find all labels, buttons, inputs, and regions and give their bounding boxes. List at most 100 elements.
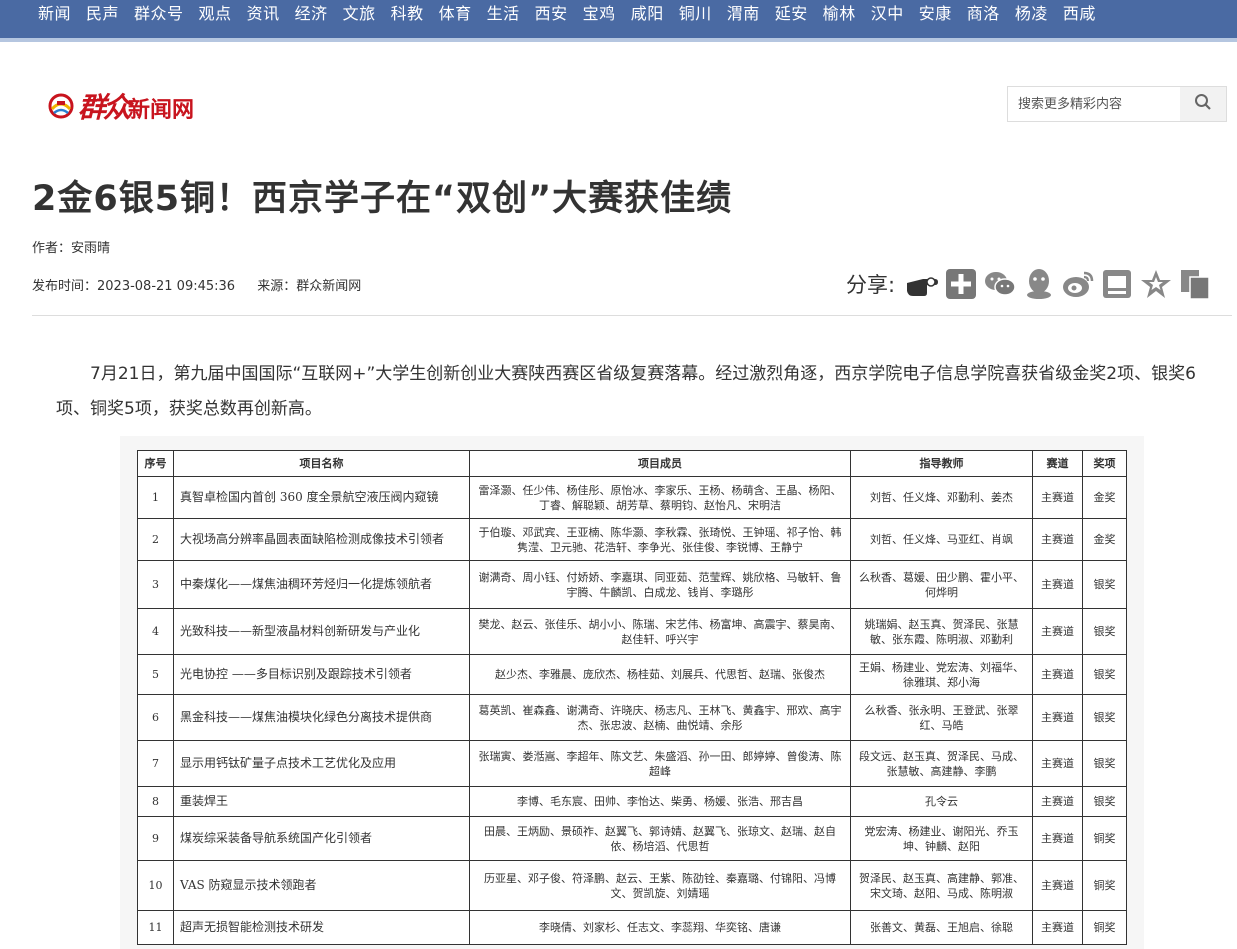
nav-item[interactable]: 民声 <box>86 0 119 28</box>
nav-item[interactable]: 群众号 <box>134 0 184 28</box>
top-nav-list: 新闻 民声 群众号 观点 资讯 经济 文旅 科教 体育 生活 西安 宝鸡 咸阳 铜川 渭南 延安 榆林 汉中 安康商… <box>0 0 1237 28</box>
wechat-icon[interactable] <box>983 267 1017 301</box>
copy-icon[interactable] <box>1178 267 1212 301</box>
nav-item[interactable]: 新闻 <box>38 0 71 28</box>
header-divider <box>32 315 1232 316</box>
cell-award: 银奖 <box>1082 560 1127 609</box>
nav-item[interactable]: 生活 <box>487 0 520 28</box>
cell-project: 光致科技——新型液晶材料创新研发与产业化 <box>173 608 470 655</box>
cell-track: 主赛道 <box>1032 476 1083 519</box>
award-table: 序号 项目名称 项目成员 指导教师 赛道 奖项 1 真智卓检国内首创 360 度全… <box>137 450 1127 945</box>
header-project: 项目名称 <box>173 450 470 477</box>
cell-track: 主赛道 <box>1032 694 1083 741</box>
search-button[interactable] <box>1180 87 1226 121</box>
cell-no: 2 <box>137 518 174 561</box>
logo-text: 群众新闻网 <box>78 86 194 126</box>
plus-share-icon[interactable] <box>944 267 978 301</box>
cell-members: 葛英凯、崔森鑫、谢满奇、许晓庆、杨志凡、王林飞、黄鑫宇、邢欢、高宇杰、张忠波、赵… <box>469 694 851 741</box>
cell-award: 铜奖 <box>1082 860 1127 911</box>
cell-no: 11 <box>137 910 174 945</box>
article-source: 来源：群众新闻网 <box>257 279 362 294</box>
cell-members: 谢满奇、周小钰、付娇娇、李嘉琪、同亚茹、范莹辉、姚欣格、马敏轩、鲁宇腾、牛麟凯、… <box>469 560 851 609</box>
article-title: 2金6银5铜！西京学子在“双创”大赛获佳绩 <box>32 179 733 219</box>
qq-icon[interactable] <box>1022 267 1056 301</box>
cell-no: 8 <box>137 786 174 817</box>
cell-award: 银奖 <box>1082 786 1127 817</box>
cell-project: VAS 防窥显示技术领跑者 <box>173 860 470 911</box>
article-author: 作者：安雨晴 <box>32 241 111 256</box>
search-input[interactable] <box>1008 87 1180 121</box>
cell-no: 1 <box>137 476 174 519</box>
share-label: 分享: <box>846 273 896 297</box>
header-members: 项目成员 <box>469 450 851 477</box>
nav-item[interactable]: 资讯 <box>247 0 280 28</box>
nav-item[interactable]: 渭南 <box>727 0 760 28</box>
cell-members: 历亚星、邓子俊、符泽鹏、赵云、王紫、陈劭铨、秦嘉璐、付锦阳、冯博文、贺凯旋、刘婧… <box>469 860 851 911</box>
nav-item[interactable]: 科教 <box>391 0 424 28</box>
weibo-icon[interactable] <box>1061 267 1095 301</box>
table-header-row: 序号 项目名称 项目成员 指导教师 赛道 奖项 <box>137 450 1127 477</box>
table-row: 9 煤炭综采装备导航系统国产化引领者 田晨、王炳励、景硕祚、赵翼飞、郭诗婧、赵翼飞、… <box>137 816 1127 861</box>
nav-item[interactable]: 延安 <box>775 0 808 28</box>
nav-item[interactable]: 宝鸡 <box>583 0 616 28</box>
cell-advisors: 刘哲、任义烽、邓勤利、姜杰 <box>850 476 1033 519</box>
cell-project: 黑金科技——煤焦油模块化绿色分离技术提供商 <box>173 694 470 741</box>
cell-advisors: 党宏涛、杨建业、谢阳光、乔玉坤、钟麟、赵阳 <box>850 816 1033 861</box>
cell-members: 雷泽灏、任少伟、杨佳彤、原怡冰、李家乐、王杨、杨萌含、王晶、杨阳、丁睿、解聪颖、… <box>469 476 851 519</box>
qzone-icon[interactable] <box>1100 267 1134 301</box>
cell-project: 真智卓检国内首创 360 度全景航空液压阀内窥镜 <box>173 476 470 519</box>
star-favorite-icon[interactable] <box>1139 267 1173 301</box>
cell-track: 主赛道 <box>1032 740 1083 787</box>
cell-track: 主赛道 <box>1032 860 1083 911</box>
nav-item[interactable]: 西咸 <box>1063 0 1096 28</box>
nav-item[interactable]: 西安 <box>535 0 568 28</box>
nav-item[interactable]: 体育 <box>439 0 472 28</box>
cell-award: 金奖 <box>1082 476 1127 519</box>
cell-advisors: 么秋香、张永明、王登武、张翠红、马皓 <box>850 694 1033 741</box>
cell-project: 重装焊王 <box>173 786 470 817</box>
site-logo[interactable]: 群众新闻网 <box>48 84 194 128</box>
cell-advisors: 贺泽民、赵玉真、高建静、郭准、宋文琦、赵阳、马成、陈明淑 <box>850 860 1033 911</box>
nav-item[interactable]: 观点 <box>199 0 232 28</box>
table-row: 7 显示用钙钛矿量子点技术工艺优化及应用 张瑞寅、娄湉嵩、李超年、陈文艺、朱盛滔、孙… <box>137 740 1127 787</box>
cell-advisors: 王娟、杨建业、党宏涛、刘福华、徐雅琪、郑小海 <box>850 654 1033 695</box>
cell-project: 显示用钙钛矿量子点技术工艺优化及应用 <box>173 740 470 787</box>
header-award: 奖项 <box>1082 450 1127 477</box>
cell-no: 9 <box>137 816 174 861</box>
cell-advisors: 孔令云 <box>850 786 1033 817</box>
header-advisors: 指导教师 <box>850 450 1033 477</box>
search-icon <box>1194 93 1212 115</box>
cell-track: 主赛道 <box>1032 786 1083 817</box>
table-body: 1 真智卓检国内首创 360 度全景航空液压阀内窥镜 雷泽灏、任少伟、杨佳彤、原怡冰… <box>137 476 1127 945</box>
nav-item[interactable]: 铜川 <box>679 0 712 28</box>
cell-track: 主赛道 <box>1032 910 1083 945</box>
nav-item[interactable]: 咸阳 <box>631 0 664 28</box>
cell-track: 主赛道 <box>1032 608 1083 655</box>
nav-item[interactable]: 商洛 <box>967 0 1000 28</box>
logo-plain-text: 新闻网 <box>128 97 195 123</box>
cell-track: 主赛道 <box>1032 816 1083 861</box>
top-nav-bar: 新闻 民声 群众号 观点 资讯 经济 文旅 科教 体育 生活 西安 宝鸡 咸阳 铜川 渭南 延安 榆林 汉中 安康商… <box>0 0 1237 42</box>
article-intro: 7月21日，第九届中国国际“互联网+”大学生创新创业大赛陕西赛区省级复赛落幕。经… <box>56 364 1196 419</box>
nav-item[interactable]: 安康 <box>919 0 952 28</box>
article-meta: 发布时间：2023-08-21 09:45:36 来源：群众新闻网 <box>32 275 379 294</box>
cell-members: 赵少杰、李雅晨、庞欣杰、杨桂茹、刘展兵、代思哲、赵瑞、张俊杰 <box>469 654 851 695</box>
cell-advisors: 刘哲、任义烽、马亚红、肖飒 <box>850 518 1033 561</box>
nav-item[interactable]: 经济 <box>295 0 328 28</box>
cell-award: 银奖 <box>1082 654 1127 695</box>
cell-project: 中秦煤化——煤焦油稠环芳烃归一化提炼领航者 <box>173 560 470 609</box>
nav-item[interactable]: 文旅 <box>343 0 376 28</box>
cell-no: 6 <box>137 694 174 741</box>
logo-brush-text: 群众 <box>78 91 131 124</box>
cell-members: 田晨、王炳励、景硕祚、赵翼飞、郭诗婧、赵翼飞、张琼文、赵瑞、赵自依、杨培滔、代思… <box>469 816 851 861</box>
cell-no: 3 <box>137 560 174 609</box>
table-row: 8 重装焊王 李博、毛东宸、田帅、李怡达、柴勇、杨媛、张浩、邢吉昌 孔令云 主赛道 银奖 <box>137 786 1127 817</box>
hand-pointer-icon[interactable] <box>905 267 939 301</box>
nav-item[interactable]: 榆林 <box>823 0 856 28</box>
cell-no: 7 <box>137 740 174 787</box>
nav-item[interactable]: 杨凌 <box>1015 0 1048 28</box>
table-row: 3 中秦煤化——煤焦油稠环芳烃归一化提炼领航者 谢满奇、周小钰、付娇娇、李嘉琪、同亚… <box>137 560 1127 609</box>
logo-emblem-icon <box>48 93 74 119</box>
cell-award: 银奖 <box>1082 608 1127 655</box>
nav-item[interactable]: 汉中 <box>871 0 904 28</box>
